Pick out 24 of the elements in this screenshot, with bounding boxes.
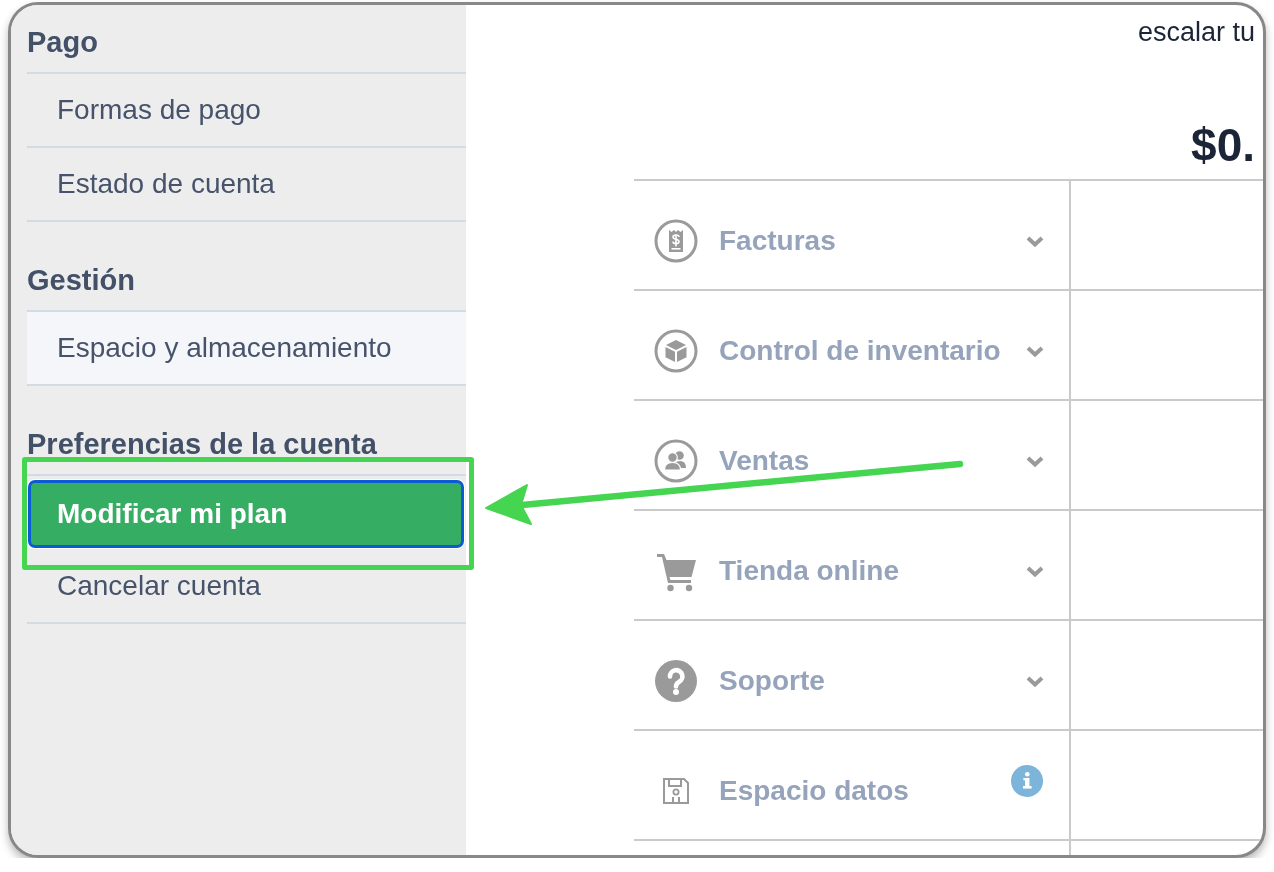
- users-icon: [654, 439, 698, 483]
- chevron-down-icon[interactable]: [1026, 235, 1044, 247]
- sidebar-item[interactable]: Formas de pago: [27, 74, 466, 148]
- feature-label: Ventas: [719, 444, 810, 478]
- sidebar-item[interactable]: Estado de cuenta: [27, 148, 466, 222]
- sidebar-item[interactable]: Espacio y almacenamiento: [27, 312, 466, 386]
- feature-label: Espacio datos: [719, 774, 909, 808]
- feature-label: Control de inventario: [719, 334, 1001, 368]
- sidebar-item[interactable]: Cancelar cuenta: [27, 550, 466, 624]
- box-icon: [654, 329, 698, 373]
- section-heading: Pago: [27, 5, 466, 74]
- feature-label: Soporte: [719, 664, 825, 698]
- chevron-down-icon[interactable]: [1026, 565, 1044, 577]
- chevron-down-icon[interactable]: [1026, 675, 1044, 687]
- feature-label: Facturas: [719, 224, 836, 258]
- help-icon: [654, 659, 698, 703]
- price-text: $0.: [1190, 119, 1255, 171]
- chevron-down-icon[interactable]: [1026, 345, 1044, 357]
- description-text: escalar tu: [1136, 16, 1255, 49]
- info-icon[interactable]: [1011, 765, 1043, 797]
- chevron-down-icon[interactable]: [1026, 455, 1044, 467]
- section-heading: Preferencias de la cuenta: [27, 407, 466, 476]
- feature-label: Tienda online: [719, 554, 899, 588]
- receipt-icon: [654, 219, 698, 263]
